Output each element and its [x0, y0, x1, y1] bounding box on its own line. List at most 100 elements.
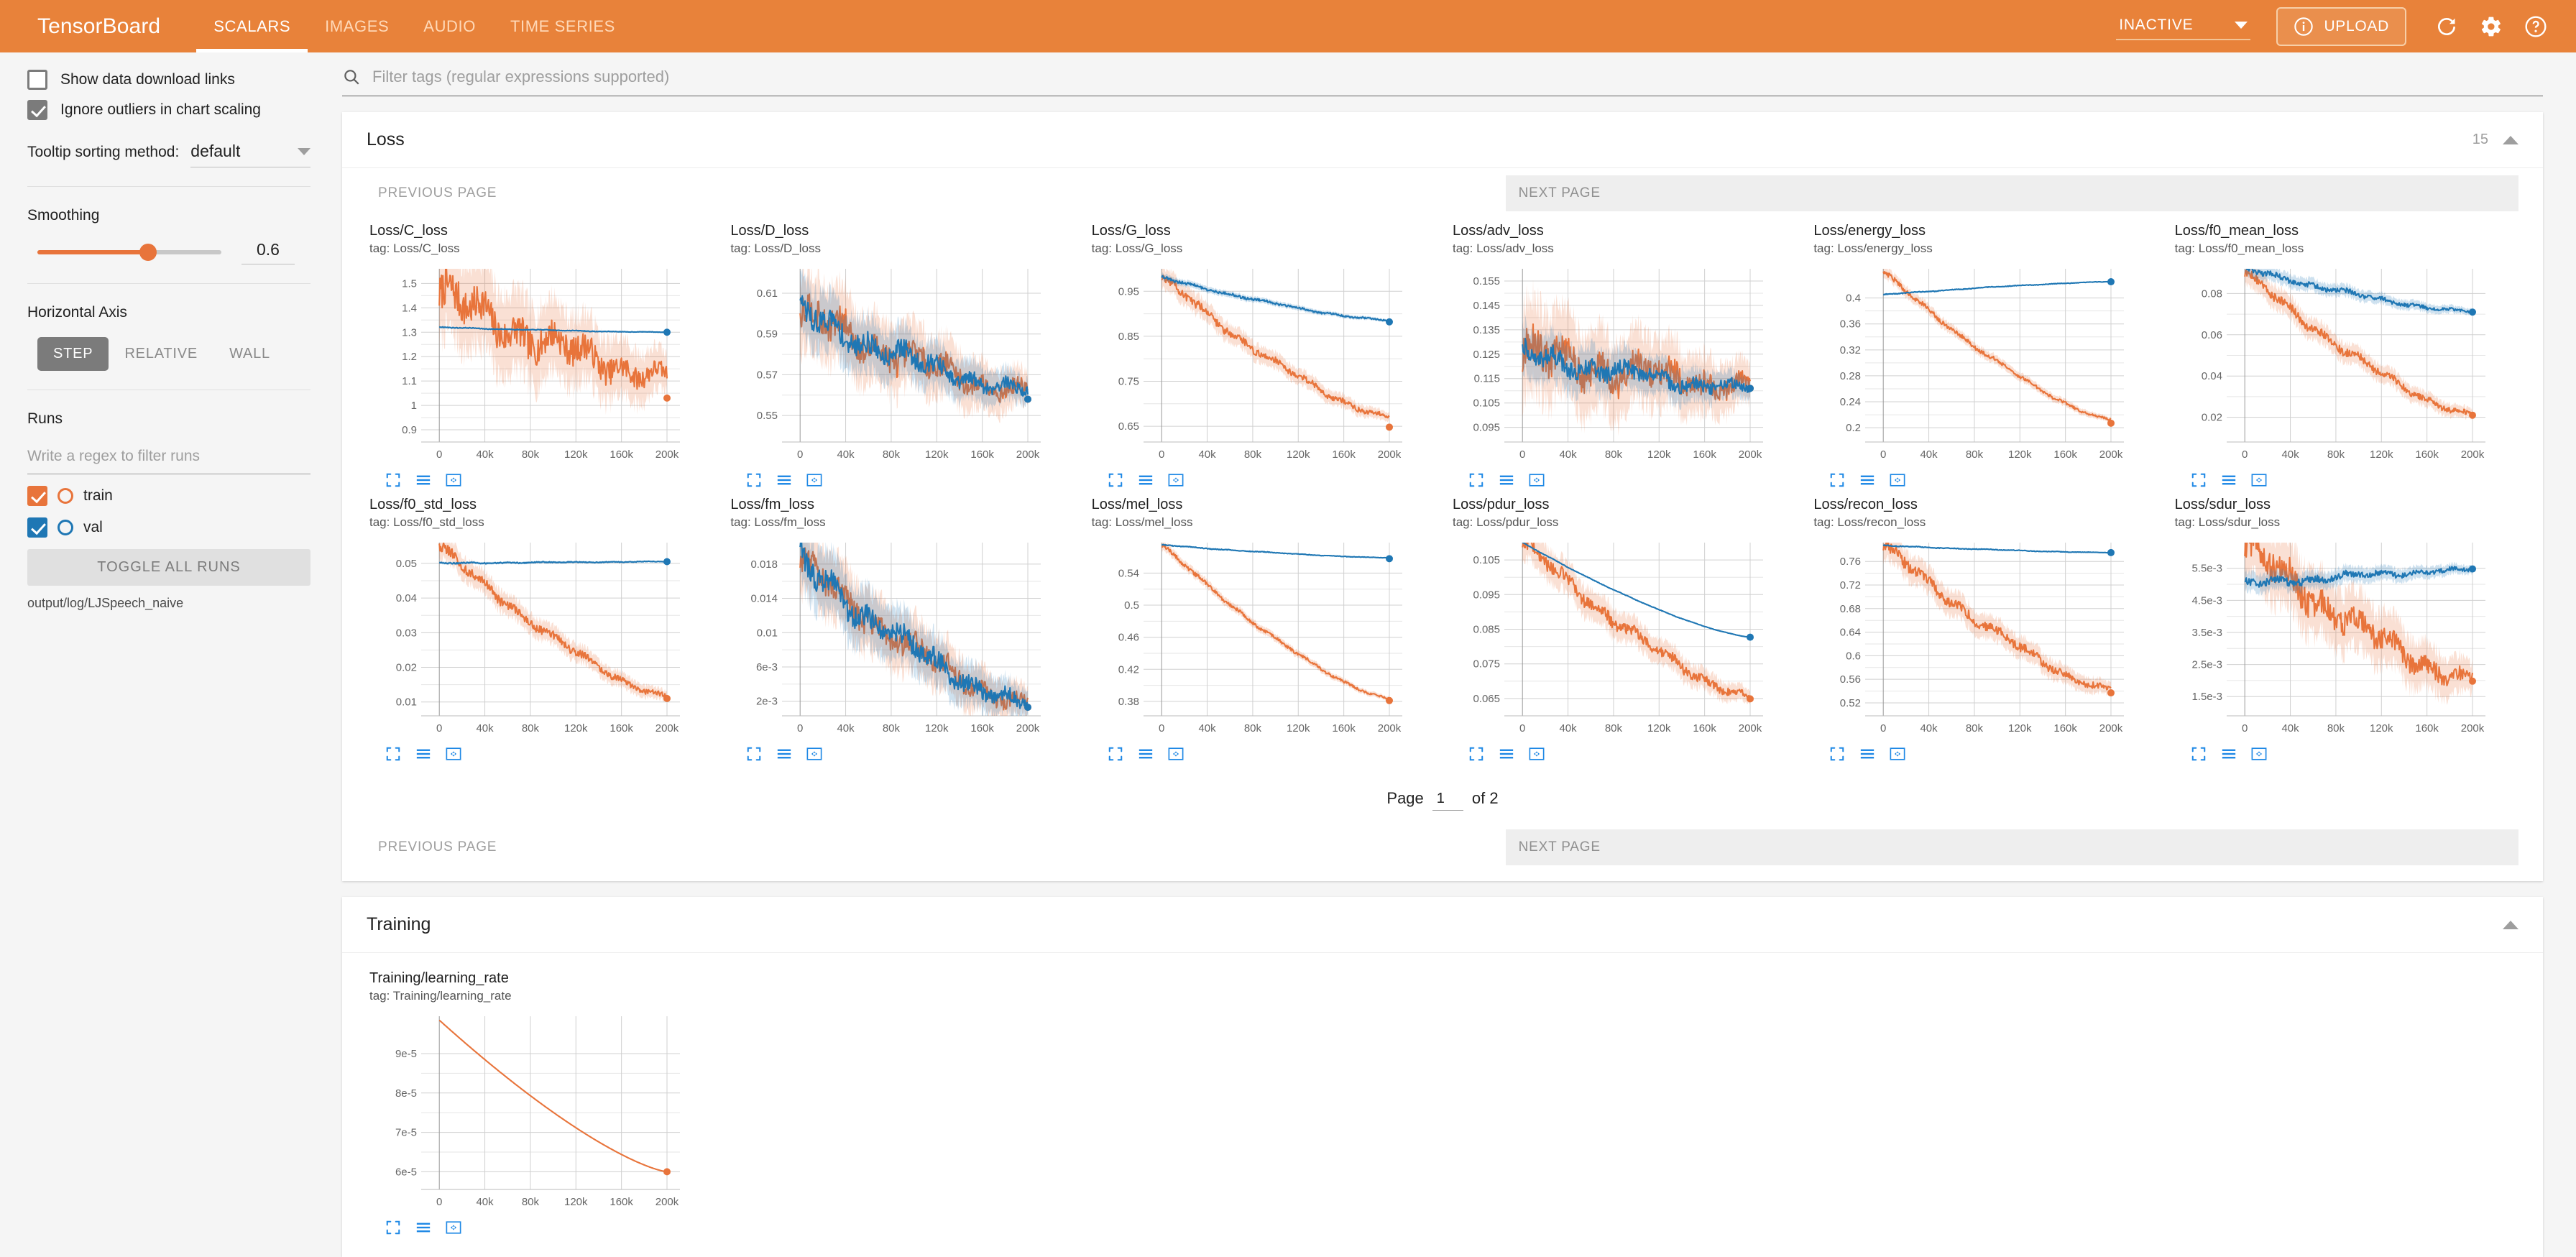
chart-plot[interactable]: 2e-36e-30.010.0140.018040k80k120k160k200…	[730, 535, 1046, 740]
toggle-y-axis-icon[interactable]	[1499, 472, 1514, 488]
x-tick-label: 0	[2242, 448, 2248, 461]
tooltip-sorting-select[interactable]: default	[190, 142, 310, 167]
show-download-links-row[interactable]: Show data download links	[27, 70, 310, 90]
axis-btn-relative[interactable]: RELATIVE	[109, 337, 213, 371]
chevron-up-icon[interactable]	[2503, 921, 2518, 929]
expand-icon[interactable]	[746, 472, 762, 488]
show-download-links-checkbox[interactable]	[27, 70, 47, 90]
data-selection-icon[interactable]	[806, 472, 822, 488]
ignore-outliers-checkbox[interactable]	[27, 100, 47, 120]
expand-icon[interactable]	[746, 746, 762, 762]
upload-button[interactable]: UPLOAD	[2276, 7, 2406, 46]
chart-plot[interactable]: 0.550.570.590.61040k80k120k160k200k	[730, 262, 1046, 466]
y-tick-label: 0.01	[396, 696, 417, 709]
toggle-y-axis-icon[interactable]	[1499, 746, 1514, 762]
run-checkbox-val[interactable]	[27, 517, 47, 538]
settings-button[interactable]	[2471, 6, 2511, 47]
data-selection-icon[interactable]	[446, 746, 461, 762]
toggle-y-axis-icon[interactable]	[415, 472, 431, 488]
tab-scalars[interactable]: SCALARS	[196, 0, 308, 52]
training-card-header[interactable]: Training	[342, 897, 2543, 953]
x-tick-label: 0	[1519, 448, 1525, 461]
chart-tag: tag: Loss/adv_loss	[1453, 241, 1793, 256]
expand-icon[interactable]	[1829, 746, 1845, 762]
loss-card-header[interactable]: Loss 15	[342, 112, 2543, 168]
toggle-y-axis-icon[interactable]	[1859, 746, 1875, 762]
chart-plot[interactable]: 0.911.11.21.31.41.5040k80k120k160k200k	[369, 262, 686, 466]
smoothing-slider[interactable]	[37, 250, 221, 254]
chart-tag: tag: Loss/D_loss	[730, 241, 1071, 256]
toggle-y-axis-icon[interactable]	[415, 746, 431, 762]
chart-plot[interactable]: 6e-57e-58e-59e-5040k80k120k160k200k	[369, 1009, 686, 1214]
next-page-button-top[interactable]: NEXT PAGE	[1506, 175, 2518, 211]
series-endpoint	[1747, 695, 1754, 702]
previous-page-button-top[interactable]: PREVIOUS PAGE	[367, 175, 508, 211]
expand-icon[interactable]	[385, 1220, 401, 1235]
expand-icon[interactable]	[1108, 746, 1123, 762]
data-selection-icon[interactable]	[806, 746, 822, 762]
expand-icon[interactable]	[1108, 472, 1123, 488]
data-selection-icon[interactable]	[1168, 746, 1184, 762]
data-selection-icon[interactable]	[1168, 472, 1184, 488]
run-row-val[interactable]: val	[27, 517, 310, 538]
chart-plot[interactable]: 0.010.020.030.040.05040k80k120k160k200k	[369, 535, 686, 740]
reload-status-select[interactable]: INACTIVE	[2116, 13, 2250, 40]
chart-plot[interactable]: 0.020.040.060.08040k80k120k160k200k	[2175, 262, 2491, 466]
toggle-y-axis-icon[interactable]	[1859, 472, 1875, 488]
next-page-button-bottom[interactable]: NEXT PAGE	[1506, 829, 2518, 865]
toggle-y-axis-icon[interactable]	[776, 746, 792, 762]
chart-plot[interactable]: 0.650.750.850.95040k80k120k160k200k	[1092, 262, 1408, 466]
page-number-input[interactable]: 1	[1432, 786, 1463, 811]
chart-plot[interactable]: 0.380.420.460.50.54040k80k120k160k200k	[1092, 535, 1408, 740]
smoothing-slider-thumb[interactable]	[139, 244, 157, 261]
x-tick-label: 40k	[1198, 722, 1216, 735]
chart-plot[interactable]: 0.520.560.60.640.680.720.76040k80k120k16…	[1813, 535, 2130, 740]
chevron-up-icon[interactable]	[2503, 136, 2518, 144]
chart-plot[interactable]: 0.20.240.280.320.360.4040k80k120k160k200…	[1813, 262, 2130, 466]
toggle-y-axis-icon[interactable]	[1138, 472, 1154, 488]
y-tick-label: 0.56	[1840, 673, 1861, 686]
chart-plot[interactable]: 0.0950.1050.1150.1250.1350.1450.155040k8…	[1453, 262, 1769, 466]
data-selection-icon[interactable]	[446, 472, 461, 488]
tab-time-series[interactable]: TIME SERIES	[493, 0, 632, 52]
expand-icon[interactable]	[385, 472, 401, 488]
toggle-all-runs-button[interactable]: TOGGLE ALL RUNS	[27, 549, 310, 586]
chart-title: Loss/adv_loss	[1453, 223, 1793, 239]
ignore-outliers-row[interactable]: Ignore outliers in chart scaling	[27, 100, 310, 120]
data-selection-icon[interactable]	[1890, 472, 1905, 488]
chart-tag: tag: Loss/f0_std_loss	[369, 515, 710, 530]
run-row-train[interactable]: train	[27, 486, 310, 506]
tab-images[interactable]: IMAGES	[308, 0, 406, 52]
chart-plot[interactable]: 0.0650.0750.0850.0950.105040k80k120k160k…	[1453, 535, 1769, 740]
toggle-y-axis-icon[interactable]	[776, 472, 792, 488]
expand-icon[interactable]	[1468, 472, 1484, 488]
expand-icon[interactable]	[2191, 746, 2207, 762]
tab-audio[interactable]: AUDIO	[406, 0, 493, 52]
chart-plot[interactable]: 1.5e-32.5e-33.5e-34.5e-35.5e-3040k80k120…	[2175, 535, 2491, 740]
toggle-y-axis-icon[interactable]	[415, 1220, 431, 1235]
series-endpoint	[1024, 395, 1031, 402]
toggle-y-axis-icon[interactable]	[2221, 472, 2237, 488]
data-selection-icon[interactable]	[446, 1220, 461, 1235]
tag-filter-input[interactable]	[371, 67, 2543, 87]
expand-icon[interactable]	[1829, 472, 1845, 488]
axis-btn-step[interactable]: STEP	[37, 337, 109, 371]
toggle-y-axis-icon[interactable]	[2221, 746, 2237, 762]
axis-btn-wall[interactable]: WALL	[213, 337, 286, 371]
data-selection-icon[interactable]	[1529, 472, 1545, 488]
previous-page-button-bottom[interactable]: PREVIOUS PAGE	[367, 829, 508, 865]
expand-icon[interactable]	[385, 746, 401, 762]
smoothing-value[interactable]: 0.6	[242, 240, 295, 264]
data-selection-icon[interactable]	[2251, 472, 2267, 488]
refresh-button[interactable]	[2426, 6, 2467, 47]
run-checkbox-train[interactable]	[27, 486, 47, 506]
expand-icon[interactable]	[2191, 472, 2207, 488]
x-tick-label: 0	[1880, 448, 1886, 461]
data-selection-icon[interactable]	[2251, 746, 2267, 762]
data-selection-icon[interactable]	[1529, 746, 1545, 762]
toggle-y-axis-icon[interactable]	[1138, 746, 1154, 762]
data-selection-icon[interactable]	[1890, 746, 1905, 762]
help-button[interactable]	[2516, 6, 2556, 47]
expand-icon[interactable]	[1468, 746, 1484, 762]
runs-filter-input[interactable]	[27, 443, 310, 474]
